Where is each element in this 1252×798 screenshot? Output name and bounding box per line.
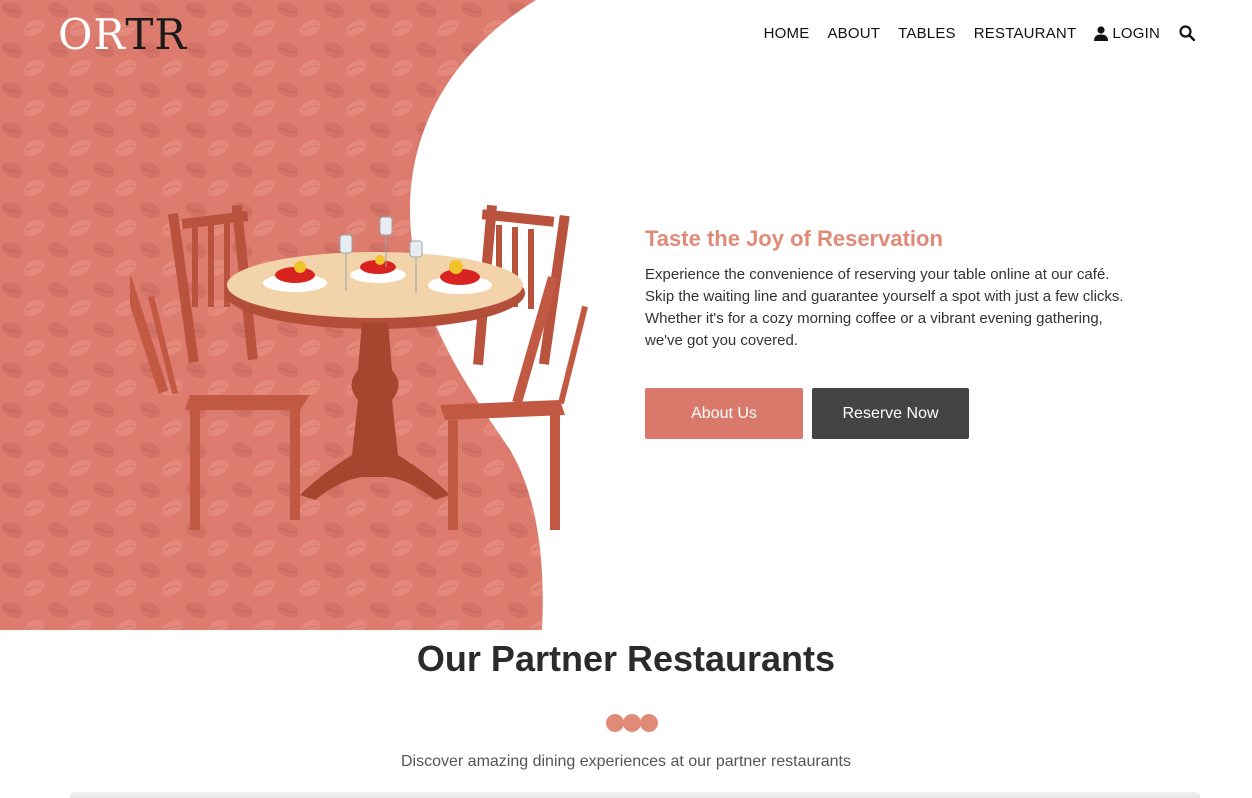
user-icon (1094, 25, 1109, 41)
nav-login[interactable]: LOGIN (1094, 25, 1160, 42)
nav-home[interactable]: HOME (764, 25, 810, 42)
section-title: Our Partner Restaurants (416, 638, 836, 679)
hero-buttons: About Us Reserve Now (645, 388, 969, 439)
search-icon[interactable] (1178, 24, 1196, 42)
divider-dot (606, 714, 624, 732)
nav-tables[interactable]: TABLES (898, 25, 956, 42)
site-logo[interactable]: ORTR (58, 10, 187, 59)
section-subtitle: Discover amazing dining experiences at o… (400, 753, 851, 770)
dining-table-illustration (130, 204, 589, 530)
nav-about[interactable]: ABOUT (827, 25, 880, 42)
nav-login-label: LOGIN (1112, 24, 1160, 42)
section-divider-dots (606, 714, 658, 732)
partner-cards-container-edge (70, 792, 1200, 798)
nav-restaurant[interactable]: RESTAURANT (974, 25, 1077, 42)
about-us-button[interactable]: About Us (645, 388, 803, 439)
hero-section: ORTR HOME ABOUT TABLES RESTAURANT LOGIN (0, 0, 1252, 630)
partner-restaurants-section: Our Partner Restaurants Discover amazing… (0, 630, 1252, 798)
hero-description: Experience the convenience of reserving … (645, 266, 1124, 349)
divider-dot (640, 714, 658, 732)
reserve-now-button[interactable]: Reserve Now (812, 388, 969, 439)
main-nav: HOME ABOUT TABLES RESTAURANT LOGIN (764, 24, 1196, 42)
divider-dot (623, 714, 641, 732)
hero-content: Taste the Joy of Reservation Experience … (645, 226, 1135, 352)
hero-title: Taste the Joy of Reservation (645, 226, 943, 251)
logo-text-light: OR (58, 10, 126, 59)
logo-text-dark: TR (125, 10, 187, 59)
